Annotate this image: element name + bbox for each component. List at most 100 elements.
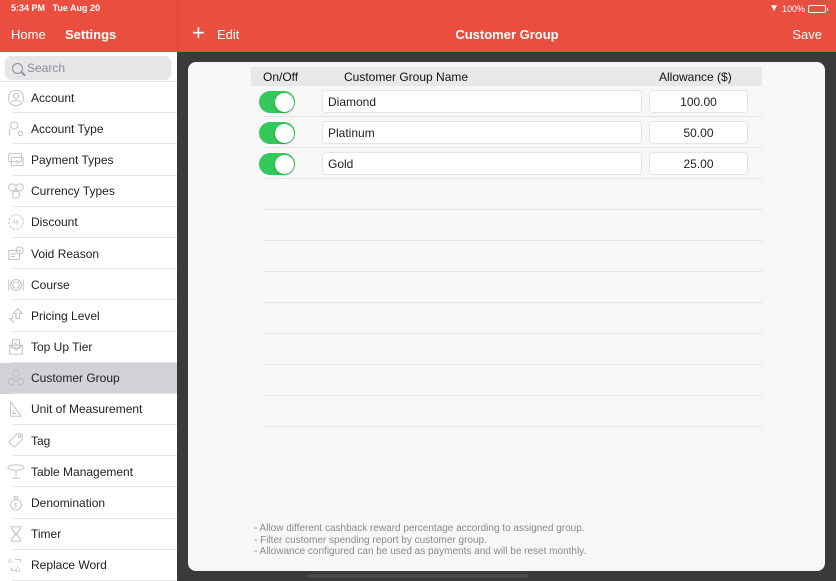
header-onoff: On/Off bbox=[263, 70, 299, 84]
currency-types-icon bbox=[6, 181, 26, 201]
search-icon bbox=[12, 62, 23, 74]
row-separator bbox=[264, 178, 762, 179]
group-name-input[interactable] bbox=[322, 152, 642, 175]
table-row bbox=[251, 148, 762, 179]
note-line: - Allow different cashback reward percen… bbox=[254, 523, 585, 534]
allowance-input[interactable] bbox=[649, 152, 748, 175]
status-time: 5:34 PM Tue Aug 20 bbox=[11, 3, 101, 13]
row-separator bbox=[264, 333, 762, 334]
sidebar-item-discount[interactable]: % Discount bbox=[0, 207, 177, 239]
account-icon bbox=[6, 88, 26, 108]
top-bar: 5:34 PM Tue Aug 20 ▼ 100% Home Settings … bbox=[0, 0, 836, 52]
row-separator bbox=[264, 147, 762, 148]
pricing-level-icon bbox=[6, 306, 26, 326]
sidebar-item-label: Denomination bbox=[31, 496, 106, 511]
home-indicator bbox=[307, 574, 529, 578]
table-management-icon bbox=[6, 462, 26, 482]
sidebar-item-replace-word[interactable]: AD Replace Word bbox=[0, 550, 177, 581]
sidebar-item-timer[interactable]: Timer bbox=[0, 519, 177, 551]
group-name-input[interactable] bbox=[322, 90, 642, 113]
sidebar-item-label: Course bbox=[31, 277, 70, 292]
table-row bbox=[251, 117, 762, 148]
enabled-toggle[interactable] bbox=[259, 91, 295, 113]
status-indicators: ▼ 100% bbox=[769, 3, 828, 14]
replace-word-icon: AD bbox=[6, 555, 26, 575]
sidebar-item-denomination[interactable]: $ Denomination bbox=[0, 487, 177, 519]
battery-percent: 100% bbox=[781, 3, 805, 14]
sidebar-item-label: Table Management bbox=[31, 464, 134, 479]
denomination-icon: $ bbox=[6, 493, 26, 513]
group-name-input[interactable] bbox=[322, 121, 642, 144]
sidebar-item-label: Payment Types bbox=[31, 152, 114, 167]
sidebar-item-label: Timer bbox=[31, 527, 62, 542]
account-type-icon bbox=[6, 119, 26, 139]
enabled-toggle[interactable] bbox=[259, 122, 295, 144]
svg-text:$: $ bbox=[14, 503, 18, 510]
sidebar-item-account-type[interactable]: Account Type bbox=[0, 113, 177, 145]
sidebar-item-course[interactable]: Course bbox=[0, 269, 177, 301]
sidebar-item-top-up-tier[interactable]: $ Top Up Tier bbox=[0, 332, 177, 363]
battery-icon bbox=[808, 4, 828, 13]
course-icon bbox=[6, 275, 26, 295]
page-title: Customer Group bbox=[455, 27, 559, 42]
search-input[interactable]: Search bbox=[5, 56, 171, 80]
svg-text:$: $ bbox=[14, 342, 17, 348]
top-up-tier-icon: $ bbox=[6, 337, 26, 357]
allowance-input[interactable] bbox=[649, 90, 748, 113]
allowance-input[interactable] bbox=[649, 121, 748, 144]
header-name: Customer Group Name bbox=[344, 70, 469, 84]
unit-of-measurement-icon bbox=[6, 399, 26, 419]
row-separator bbox=[264, 364, 762, 365]
row-separator bbox=[264, 271, 762, 272]
toggle-knob bbox=[274, 154, 294, 174]
home-button[interactable]: Home bbox=[11, 27, 46, 42]
settings-title: Settings bbox=[65, 27, 117, 42]
toggle-knob bbox=[274, 123, 294, 143]
void-reason-icon bbox=[6, 244, 26, 264]
toggle-knob bbox=[274, 92, 294, 112]
row-separator bbox=[264, 116, 762, 117]
sidebar-item-label: Currency Types bbox=[31, 184, 115, 199]
customer-group-icon bbox=[6, 368, 26, 388]
discount-icon: % bbox=[6, 212, 26, 232]
note-line: - Allowance configured can be used as pa… bbox=[254, 546, 587, 557]
sidebar-item-label: Account Type bbox=[31, 121, 104, 136]
sidebar-item-payment-types[interactable]: $ Payment Types bbox=[0, 144, 177, 176]
tag-icon bbox=[6, 431, 26, 451]
sidebar: Search Account Account Type $ Payment Typ… bbox=[0, 52, 177, 581]
sidebar-item-table-management[interactable]: Table Management bbox=[0, 456, 177, 488]
sidebar-item-unit-of-measurement[interactable]: Unit of Measurement bbox=[0, 394, 177, 426]
sidebar-item-label: Customer Group bbox=[31, 371, 120, 386]
content-panel: On/Off Customer Group Name Allowance ($)… bbox=[188, 62, 825, 571]
nav-divider bbox=[177, 0, 178, 52]
payment-types-icon: $ bbox=[6, 150, 26, 170]
header-allowance: Allowance ($) bbox=[659, 70, 732, 84]
row-separator bbox=[264, 302, 762, 303]
sidebar-item-label: Replace Word bbox=[31, 558, 107, 573]
row-separator bbox=[264, 240, 762, 241]
search-placeholder: Search bbox=[27, 61, 66, 75]
sidebar-item-void-reason[interactable]: Void Reason bbox=[0, 238, 177, 270]
sidebar-item-tag[interactable]: Tag bbox=[0, 425, 177, 457]
sidebar-item-label: Top Up Tier bbox=[31, 340, 93, 355]
sidebar-item-label: Account bbox=[31, 90, 75, 105]
sidebar-item-account[interactable]: Account bbox=[0, 82, 177, 114]
sidebar-item-pricing-level[interactable]: Pricing Level bbox=[0, 300, 177, 332]
save-button[interactable]: Save bbox=[792, 27, 822, 42]
wifi-icon: ▼ bbox=[769, 3, 779, 14]
notes: - Allow different cashback reward percen… bbox=[254, 523, 586, 558]
enabled-toggle[interactable] bbox=[259, 153, 295, 175]
svg-text:A: A bbox=[8, 559, 13, 566]
sidebar-item-customer-group[interactable]: Customer Group bbox=[0, 362, 177, 395]
row-separator bbox=[264, 426, 762, 427]
table-header: On/Off Customer Group Name Allowance ($) bbox=[251, 67, 762, 86]
sidebar-item-label: Pricing Level bbox=[31, 308, 100, 323]
sidebar-item-label: Void Reason bbox=[31, 246, 100, 261]
sidebar-item-label: Unit of Measurement bbox=[31, 402, 143, 417]
table-row bbox=[251, 86, 762, 117]
sidebar-item-label: Discount bbox=[31, 215, 78, 230]
sidebar-list: Account Account Type $ Payment Types Curr… bbox=[0, 82, 177, 581]
row-separator bbox=[264, 209, 762, 210]
sidebar-item-label: Tag bbox=[31, 433, 51, 448]
sidebar-item-currency-types[interactable]: Currency Types bbox=[0, 176, 177, 207]
